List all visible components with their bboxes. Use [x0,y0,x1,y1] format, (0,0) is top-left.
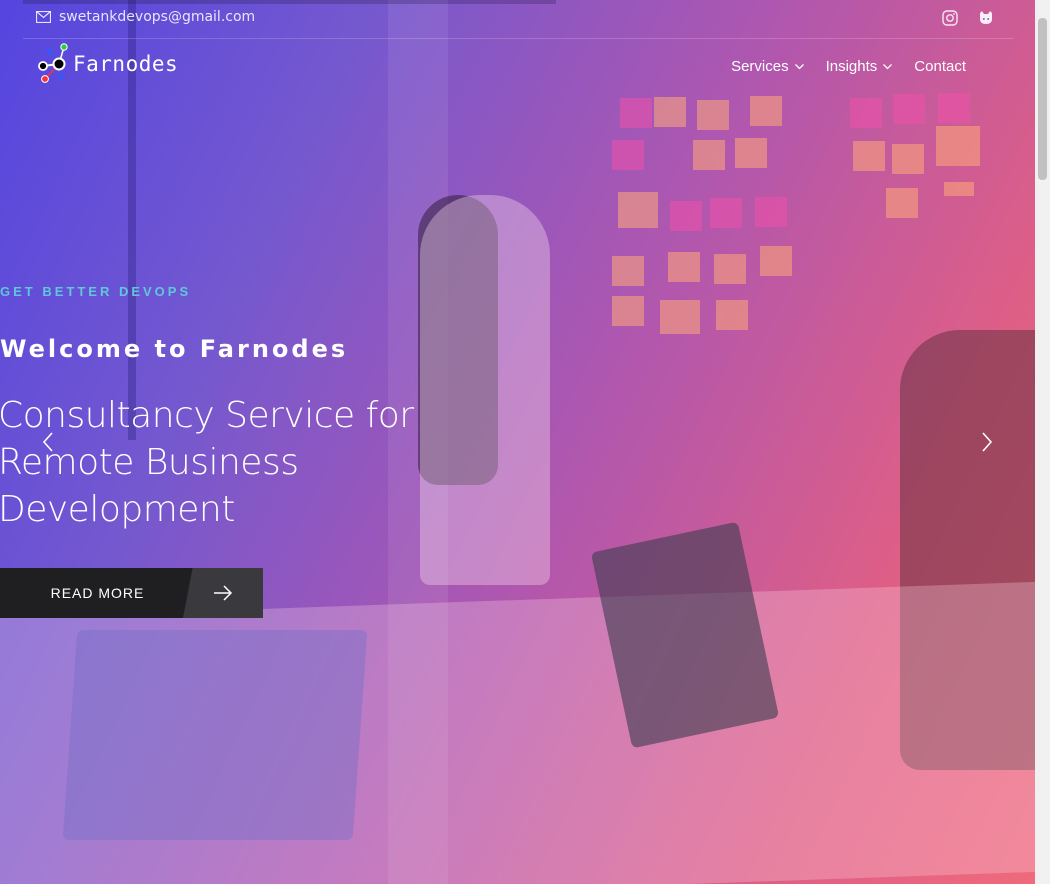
farnodes-logo-icon [38,43,68,83]
topbar: swetankdevops@gmail.com [23,0,1014,39]
brand-logo[interactable]: Farnodes [37,42,178,86]
social-links [942,10,994,26]
slider-prev-button[interactable] [31,425,65,459]
email-address: swetankdevops@gmail.com [59,9,256,25]
topbar-email[interactable]: swetankdevops@gmail.com [36,9,255,25]
instagram-icon[interactable] [942,10,958,26]
github-icon[interactable] [978,10,994,26]
nav-item-label: Services [731,58,789,75]
nav-item-label: Contact [914,58,966,75]
nav-item-label: Insights [825,58,878,75]
hero-slider: swetankdevops@gmail.com Farnodes Service… [0,0,1035,884]
read-more-button[interactable]: READ MORE [0,568,263,618]
chevron-down-icon [794,63,804,69]
nav-item-services[interactable]: Services [731,58,804,75]
slider-next-button[interactable] [970,425,1004,459]
mail-icon [36,11,51,23]
chevron-down-icon [883,63,893,69]
hero-kicker: GET BETTER DEVOPS [0,284,192,299]
hero-welcome: Welcome to Farnodes [0,335,349,363]
page-scrollbar[interactable] [1035,0,1050,884]
read-more-label: READ MORE [0,568,195,618]
main-nav: Services Insights Contact [731,58,966,75]
brand-name: Farnodes [73,52,179,76]
nav-item-insights[interactable]: Insights [826,58,893,75]
arrow-right-icon [183,568,263,618]
scrollbar-thumb[interactable] [1038,18,1047,180]
nav-item-contact[interactable]: Contact [914,58,966,75]
hero-headline: Consultancy Service for Remote Business … [0,395,414,530]
chevron-left-icon [42,432,53,452]
chevron-right-icon [982,432,993,452]
